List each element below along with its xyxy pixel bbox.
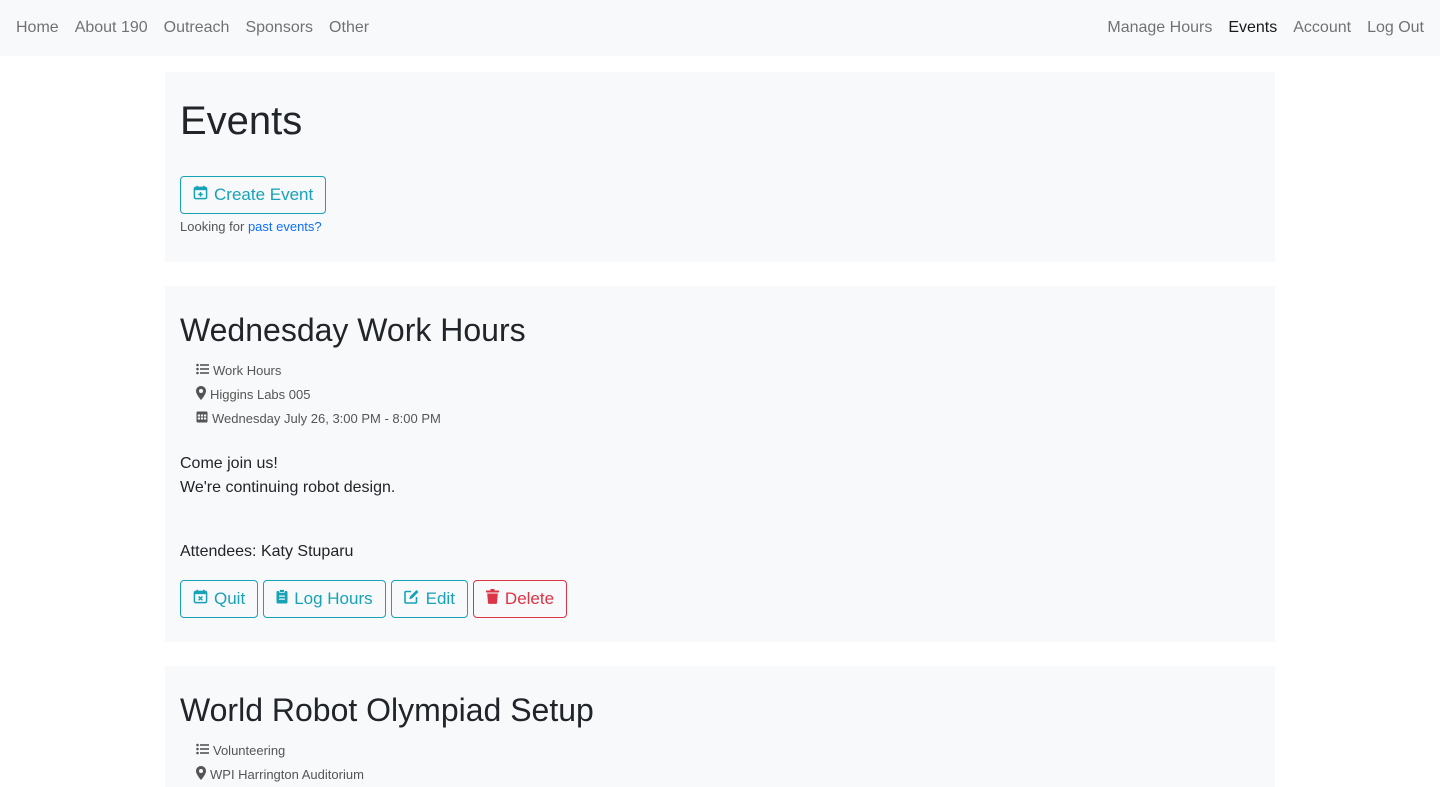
past-events-prefix: Looking for xyxy=(180,219,248,234)
past-events-note: Looking for past events? xyxy=(180,219,322,234)
nav-log-out[interactable]: Log Out xyxy=(1359,8,1432,48)
list-icon xyxy=(196,363,209,378)
clipboard-icon xyxy=(276,589,288,609)
quit-label: Quit xyxy=(214,589,246,608)
event-description-line: Come join us! xyxy=(180,455,278,472)
event-type-label: Work Hours xyxy=(213,362,282,378)
calendar-plus-icon xyxy=(193,185,208,205)
nav-home[interactable]: Home xyxy=(8,8,67,48)
nav-account[interactable]: Account xyxy=(1285,8,1359,48)
event-description-line: We're continuing robot design. xyxy=(180,479,396,496)
quit-button[interactable]: Quit xyxy=(180,580,259,618)
nav-right: Manage Hours Events Account Log Out xyxy=(1099,8,1432,48)
event-type: Volunteering xyxy=(196,741,364,759)
event-title: Wednesday Work Hours xyxy=(180,312,526,348)
event-location: WPI Harrington Auditorium xyxy=(196,765,364,783)
event-location-label: WPI Harrington Auditorium xyxy=(210,766,364,782)
calendar-x-icon xyxy=(193,589,208,609)
event-datetime-label: Wednesday July 26, 3:00 PM - 8:00 PM xyxy=(212,410,441,426)
event-datetime: Wednesday July 26, 3:00 PM - 8:00 PM xyxy=(196,409,441,427)
nav-other[interactable]: Other xyxy=(321,8,377,48)
edit-icon xyxy=(403,589,420,609)
nav-events[interactable]: Events xyxy=(1220,8,1285,48)
event-description: Come join us! We're continuing robot des… xyxy=(180,452,395,500)
list-icon xyxy=(196,743,209,758)
event-meta: Volunteering WPI Harrington Auditorium xyxy=(196,741,364,783)
event-type: Work Hours xyxy=(196,361,441,379)
log-hours-button[interactable]: Log Hours xyxy=(263,580,386,618)
event-attendees: Attendees: Katy Stuparu xyxy=(180,543,354,560)
calendar-icon xyxy=(196,410,208,426)
edit-button[interactable]: Edit xyxy=(390,580,468,618)
map-pin-icon xyxy=(196,385,206,403)
nav-sponsors[interactable]: Sponsors xyxy=(237,8,321,48)
log-hours-label: Log Hours xyxy=(294,589,373,608)
page-title: Events xyxy=(180,99,303,143)
event-card: World Robot Olympiad Setup Volunteering … xyxy=(165,666,1275,787)
event-location: Higgins Labs 005 xyxy=(196,385,441,403)
event-actions: Quit Log Hours Edit Delete xyxy=(180,580,568,618)
edit-label: Edit xyxy=(425,589,455,608)
map-pin-icon xyxy=(196,765,206,783)
top-navbar: Home About 190 Outreach Sponsors Other M… xyxy=(0,0,1440,56)
event-title: World Robot Olympiad Setup xyxy=(180,692,594,728)
create-event-label: Create Event xyxy=(214,185,314,204)
create-event-button[interactable]: Create Event xyxy=(180,176,327,214)
nav-outreach[interactable]: Outreach xyxy=(156,8,238,48)
event-meta: Work Hours Higgins Labs 005 Wednesday Ju… xyxy=(196,361,441,427)
trash-icon xyxy=(485,589,499,609)
past-events-link[interactable]: past events? xyxy=(248,219,322,234)
events-header-card: Events Create Event Looking for past eve… xyxy=(165,72,1275,262)
delete-button[interactable]: Delete xyxy=(472,580,568,618)
event-location-label: Higgins Labs 005 xyxy=(210,386,311,402)
delete-label: Delete xyxy=(504,589,555,608)
nav-about[interactable]: About 190 xyxy=(67,8,156,48)
event-type-label: Volunteering xyxy=(213,742,286,758)
event-card: Wednesday Work Hours Work Hours Higgins … xyxy=(165,286,1275,642)
nav-left: Home About 190 Outreach Sponsors Other xyxy=(8,8,377,48)
nav-manage-hours[interactable]: Manage Hours xyxy=(1099,8,1220,48)
